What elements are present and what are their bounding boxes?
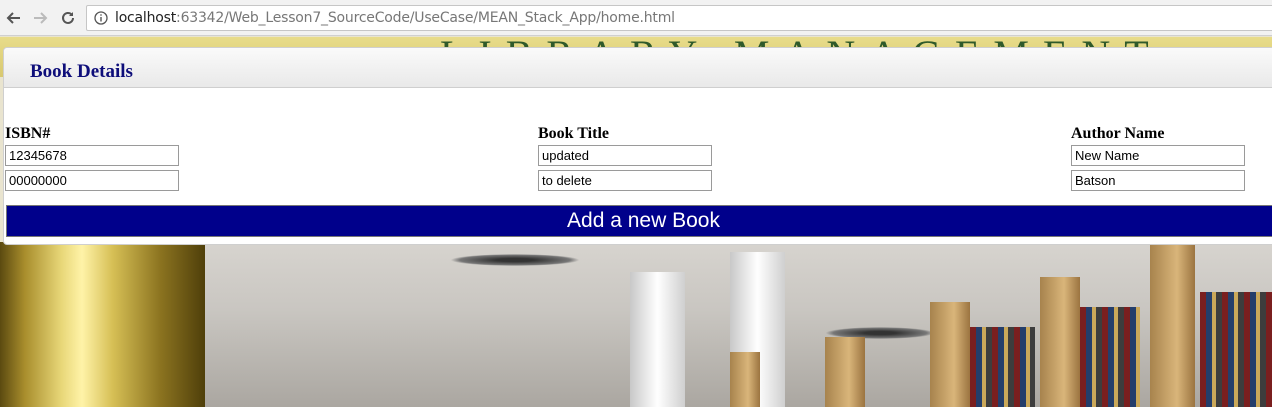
author-column-header: Author Name bbox=[1071, 125, 1165, 142]
isbn-input[interactable]: 00000000 bbox=[5, 170, 179, 191]
title-input[interactable]: updated bbox=[538, 145, 712, 166]
author-input[interactable]: Batson bbox=[1071, 170, 1245, 191]
add-book-button[interactable]: Add a new Book bbox=[6, 205, 1272, 237]
info-icon bbox=[94, 11, 108, 25]
url-path: :63342/Web_Lesson7_SourceCode/UseCase/ME… bbox=[176, 10, 675, 26]
gold-pillar bbox=[0, 242, 205, 407]
reload-icon bbox=[62, 11, 74, 24]
isbn-column-header: ISBN# bbox=[5, 125, 51, 142]
arrow-left-icon bbox=[6, 12, 20, 24]
title-input[interactable]: to delete bbox=[538, 170, 712, 191]
address-bar[interactable]: localhost:63342/Web_Lesson7_SourceCode/U… bbox=[86, 5, 1272, 31]
back-button[interactable] bbox=[4, 8, 24, 28]
author-input[interactable]: New Name bbox=[1071, 145, 1245, 166]
browser-toolbar: localhost:63342/Web_Lesson7_SourceCode/U… bbox=[0, 0, 1272, 36]
isbn-input[interactable]: 12345678 bbox=[5, 145, 179, 166]
reload-button[interactable] bbox=[58, 8, 78, 28]
url-host: localhost bbox=[115, 10, 177, 26]
library-room bbox=[205, 242, 1272, 407]
url-text: localhost:63342/Web_Lesson7_SourceCode/U… bbox=[115, 10, 675, 26]
book-details-panel: Book Details ISBN# Book Title Author Nam… bbox=[3, 47, 1272, 245]
panel-heading: Book Details bbox=[4, 48, 1272, 88]
title-column-header: Book Title bbox=[538, 125, 609, 142]
arrow-right-icon bbox=[34, 12, 48, 24]
panel-title: Book Details bbox=[30, 61, 133, 82]
forward-button[interactable] bbox=[30, 8, 50, 28]
